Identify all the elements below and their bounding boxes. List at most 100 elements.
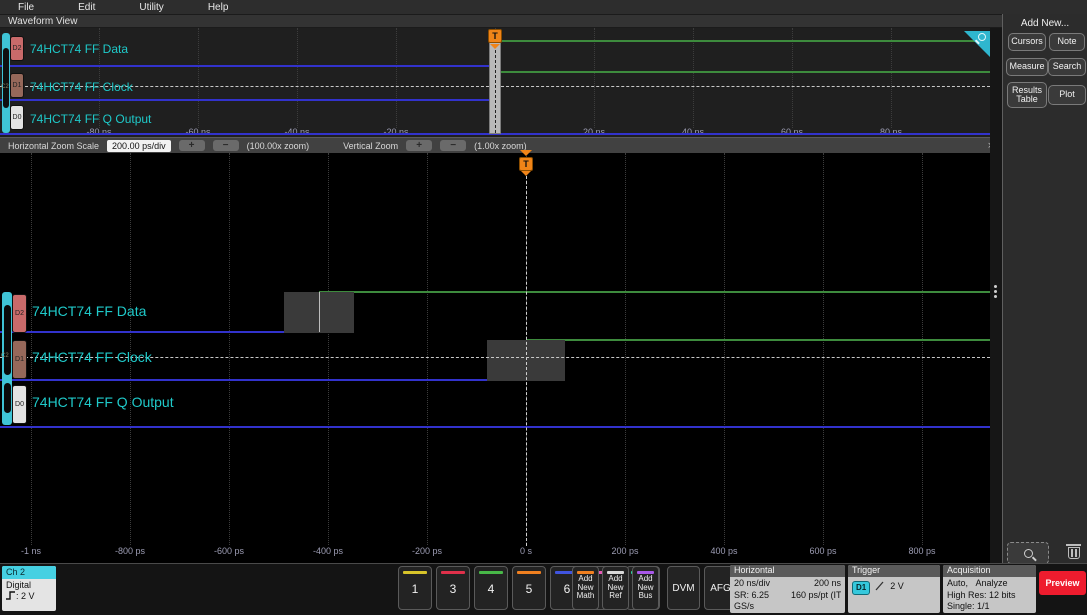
channel-name-d2[interactable]: 74HCT74 FF Data: [30, 42, 128, 56]
h-zoom-minus-button[interactable]: −: [212, 140, 239, 151]
drag-handle-icon[interactable]: [994, 295, 997, 298]
panel-splitter[interactable]: [990, 28, 1002, 563]
acquisition-title: Acquisition: [943, 565, 1036, 577]
acquisition-badge[interactable]: Acquisition Auto, Analyze High Res: 12 bi…: [943, 565, 1036, 613]
digital-group-handle-pill: [4, 383, 11, 413]
overview-gridline: [792, 28, 793, 128]
overview-gridline: [396, 28, 397, 128]
add-new-ref-button[interactable]: Add New Ref: [602, 566, 629, 610]
acquisition-row: High Res: 12 bits: [947, 589, 1016, 600]
preview-button[interactable]: Preview: [1039, 571, 1086, 595]
main-gridline: [427, 153, 428, 545]
horizontal-value-right: 200 ns: [813, 578, 841, 588]
v-zoom-minus-button[interactable]: −: [440, 140, 467, 151]
channel-name-d1[interactable]: 74HCT74 FF Clock: [32, 349, 152, 365]
menu-edit[interactable]: Edit: [78, 2, 95, 13]
add-color-stripe: [637, 571, 654, 574]
add-new-math-button[interactable]: Add New Math: [572, 566, 599, 610]
overview-axis-tick: 60 ns: [780, 127, 804, 137]
acquisition-row: Single: 1/1: [947, 601, 990, 611]
h-zoom-factor-label: (100.00x zoom): [246, 140, 310, 151]
drag-handle-icon[interactable]: [994, 285, 997, 288]
horizontal-title: Horizontal: [730, 565, 845, 577]
add-new-note-button[interactable]: Note: [1049, 33, 1085, 51]
horizontal-value-right: 50%: [813, 613, 841, 614]
wave-rail-high: [492, 40, 990, 42]
channel-name-d1[interactable]: 74HCT74 FF Clock: [30, 80, 133, 94]
horizontal-row: 20 ns/div 200 ns: [730, 577, 845, 590]
digital-channel-4-button[interactable]: 4: [474, 566, 508, 610]
add-new-plot-button[interactable]: Plot: [1048, 85, 1086, 105]
channel-badge-d0[interactable]: D0: [10, 105, 24, 130]
trigger-position-pointer: [520, 150, 532, 156]
menu-bar: File Edit Utility Help: [0, 0, 1087, 14]
main-axis-tick: 400 ps: [710, 546, 738, 556]
trigger-badge[interactable]: Trigger D1 2 V: [848, 565, 940, 613]
waveform-view-tab[interactable]: Waveform View: [0, 14, 1087, 28]
channel-badge-d1[interactable]: D1: [10, 73, 24, 98]
digital-group-handle-pill: [4, 305, 11, 375]
overview-waveform-plot[interactable]: -80 ns -60 ns -40 ns -20 ns 20 ns 40 ns 60 ns 8…: [0, 28, 990, 137]
channel-name-d0[interactable]: 74HCT74 FF Q Output: [32, 394, 174, 410]
horizontal-badge[interactable]: Horizontal 20 ns/div 200 ns SR: 6.25 GS/s 1…: [730, 565, 845, 613]
trigger-position-marker[interactable]: T: [488, 29, 502, 43]
channel-2-info: Digital : 2 V: [2, 579, 56, 604]
acquisition-row: Auto, Analyze: [947, 578, 1008, 588]
dvm-button[interactable]: DVM: [667, 566, 700, 610]
trigger-source-marker: C2: [1, 84, 9, 90]
channel-name-d2[interactable]: 74HCT74 FF Data: [32, 303, 146, 319]
rising-edge-icon: [6, 591, 15, 600]
overview-gridline: [891, 28, 892, 128]
overview-axis-tick: 80 ns: [879, 127, 903, 137]
menu-help[interactable]: Help: [208, 2, 229, 13]
overview-axis-tick: 20 ns: [582, 127, 606, 137]
trash-icon: [1066, 544, 1081, 559]
main-zoom-waveform-plot[interactable]: -1 ns -800 ps -600 ps -400 ps -200 ps 0 s 200 …: [0, 150, 990, 563]
main-gridline: [724, 153, 725, 545]
zoom-tool-button[interactable]: [1007, 542, 1049, 564]
add-new-bus-button[interactable]: Add New Bus: [632, 566, 659, 610]
digital-channel-3-button[interactable]: 3: [436, 566, 470, 610]
channel-2-badge[interactable]: Ch 2 Digital : 2 V: [2, 566, 56, 611]
h-zoom-scale-label: Horizontal Zoom Scale: [8, 140, 100, 151]
channel-badge-d2[interactable]: D2: [10, 36, 24, 61]
wave-rail-low: [0, 331, 320, 333]
main-axis-tick: 600 ps: [809, 546, 837, 556]
trash-button[interactable]: [1061, 541, 1087, 565]
zoom-toolbar: Horizontal Zoom Scale 200.00 ps/div + − …: [0, 137, 1002, 153]
wave-edge-line: [319, 292, 321, 332]
channel-2-type: Digital: [6, 580, 32, 590]
overview-axis-tick: -60 ns: [185, 127, 211, 137]
digital-channel-1-button[interactable]: 1: [398, 566, 432, 610]
channel-badge-d2[interactable]: D2: [12, 294, 27, 333]
overview-gridline: [297, 28, 298, 128]
trigger-source-marker: C2: [1, 353, 9, 359]
channel-color-stripe: [517, 571, 541, 574]
zoom-overview-indicator[interactable]: [964, 31, 990, 57]
drag-handle-icon[interactable]: [994, 290, 997, 293]
digital-channel-5-button[interactable]: 5: [512, 566, 546, 610]
add-new-results-table-button[interactable]: Results Table: [1007, 82, 1047, 108]
overview-axis-tick: 40 ns: [681, 127, 705, 137]
trigger-position-marker[interactable]: T: [519, 157, 533, 171]
channel-badge-d0[interactable]: D0: [12, 385, 27, 424]
results-bar: Add New... Cursors Note Measure Search Resul…: [1002, 14, 1087, 565]
channel-badge-d1[interactable]: D1: [12, 340, 27, 379]
add-color-stripe: [607, 571, 624, 574]
overview-axis-tick: -20 ns: [383, 127, 409, 137]
overview-axis-tick: -40 ns: [284, 127, 310, 137]
add-new-search-button[interactable]: Search: [1048, 58, 1086, 76]
add-new-cursors-button[interactable]: Cursors: [1008, 33, 1046, 51]
main-gridline: [823, 153, 824, 545]
horizontal-value-left: 20 ns/div: [734, 578, 771, 588]
horizontal-value-left: RL: 1.25 kpts: [734, 613, 787, 614]
add-new-measure-button[interactable]: Measure: [1006, 58, 1048, 76]
h-zoom-plus-button[interactable]: +: [178, 140, 205, 151]
main-gridline: [229, 153, 230, 545]
menu-file[interactable]: File: [18, 2, 34, 13]
main-axis-tick: -600 ps: [213, 546, 245, 556]
h-zoom-scale-value[interactable]: 200.00 ps/div: [107, 139, 171, 152]
channel-name-d0[interactable]: 74HCT74 FF Q Output: [30, 112, 151, 126]
v-zoom-plus-button[interactable]: +: [406, 140, 433, 151]
menu-utility[interactable]: Utility: [139, 2, 163, 13]
